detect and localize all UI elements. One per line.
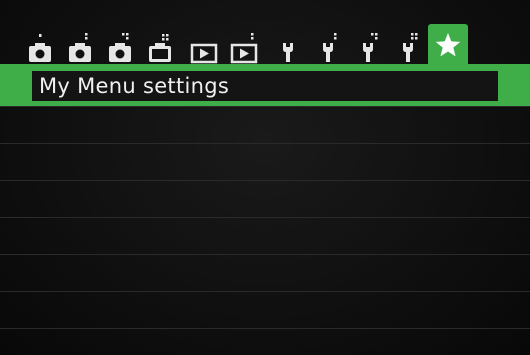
menu-item-label: My Menu settings	[32, 71, 498, 101]
tab-shooting-1[interactable]	[22, 30, 58, 64]
menu-row-empty	[0, 144, 530, 181]
tab-shooting-4[interactable]	[142, 30, 178, 64]
tab-setup-3[interactable]	[350, 30, 386, 64]
camera-icon	[109, 33, 131, 62]
menu-row-empty	[0, 181, 530, 218]
playback-icon	[230, 33, 258, 64]
camera-icon	[29, 34, 51, 62]
tab-setup-4[interactable]	[390, 30, 426, 64]
menu-row-empty	[0, 255, 530, 292]
tab-setup-2[interactable]	[310, 30, 346, 64]
wrench-icon	[323, 33, 337, 62]
tab-setup-1[interactable]	[270, 30, 306, 64]
menu-row-empty	[0, 107, 530, 144]
menu-item-my-menu-settings[interactable]: My Menu settings	[0, 66, 530, 107]
playback-icon	[190, 43, 218, 64]
tab-playback-2[interactable]	[226, 30, 262, 64]
tab-playback-1[interactable]	[186, 30, 222, 64]
menu-row-empty	[0, 292, 530, 329]
star-icon	[435, 33, 461, 57]
tab-shooting-2[interactable]	[62, 30, 98, 64]
camera-menu-screen: My Menu settings	[0, 0, 530, 355]
menu-row-empty	[0, 218, 530, 255]
wrench-icon	[283, 43, 293, 62]
wrench-icon	[403, 33, 418, 62]
menu-list: My Menu settings	[0, 66, 530, 355]
wrench-icon	[363, 33, 378, 62]
camera-icon	[149, 34, 171, 62]
tab-my-menu[interactable]	[428, 24, 468, 66]
menu-tab-bar	[22, 24, 522, 66]
tab-shooting-3[interactable]	[102, 30, 138, 64]
camera-icon	[69, 33, 91, 62]
